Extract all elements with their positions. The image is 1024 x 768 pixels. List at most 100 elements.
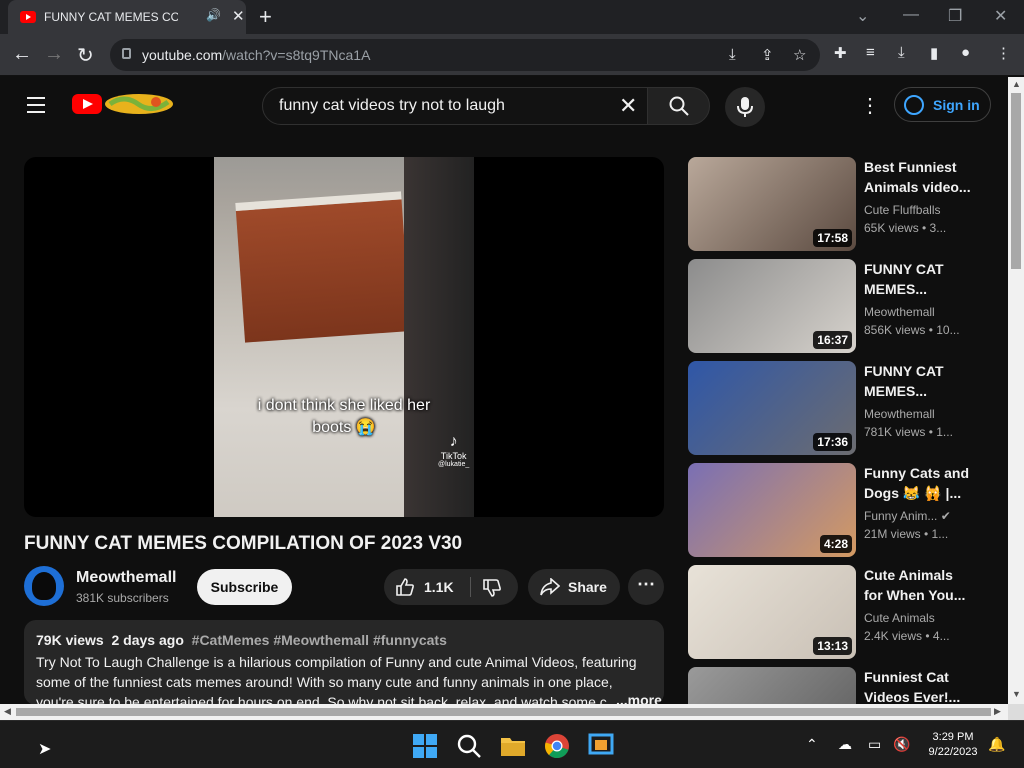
settings-more-icon[interactable]: ⋮ — [860, 93, 880, 118]
clear-search-icon[interactable]: ✕ — [619, 93, 637, 119]
like-count[interactable]: 1.1K — [424, 579, 454, 595]
bookmark-star-icon[interactable]: ☆ — [793, 46, 806, 64]
system-clock[interactable]: 3:29 PM 9/22/2023 — [918, 730, 988, 760]
rec-channel[interactable]: Funny Anim... ✔ — [864, 509, 974, 523]
channel-avatar[interactable] — [24, 566, 64, 606]
search-box[interactable]: funny cat videos try not to laugh ✕ — [262, 87, 648, 125]
share-button[interactable]: Share — [528, 569, 620, 605]
search-button[interactable] — [647, 87, 710, 125]
youtube-logo[interactable] — [72, 94, 102, 114]
scroll-down-arrow-icon[interactable]: ▼ — [1012, 689, 1021, 699]
vertical-scroll-thumb[interactable] — [1011, 93, 1021, 269]
rec-channel[interactable]: Meowthemall — [864, 305, 974, 319]
onedrive-icon[interactable]: ☁ — [838, 736, 852, 753]
chrome-taskbar-icon[interactable] — [544, 733, 570, 759]
hamburger-menu-icon[interactable] — [27, 97, 45, 118]
remote-app-icon[interactable] — [588, 733, 614, 759]
rec-thumbnail[interactable]: 17:36 — [688, 361, 856, 455]
description-meta: 79K views 2 days ago #CatMemes #Meowthem… — [36, 632, 447, 648]
vertical-scrollbar[interactable]: ▲ ▼ — [1008, 77, 1024, 704]
rec-duration: 17:36 — [813, 433, 852, 451]
url-path: /watch?v=s8tq9TNca1A — [222, 47, 371, 63]
minimize-button[interactable]: — — [903, 6, 919, 24]
verified-icon: ✔ — [940, 509, 951, 523]
chrome-menu-icon[interactable]: ⋮ — [996, 44, 1011, 62]
close-window-button[interactable]: ✕ — [994, 6, 1007, 26]
file-explorer-icon[interactable] — [500, 733, 526, 759]
video-title: FUNNY CAT MEMES COMPILATION OF 2023 V30 — [24, 533, 463, 554]
recommendation-item[interactable]: 17:58 Best Funniest Animals video... Cut… — [688, 157, 998, 251]
recommendation-item[interactable]: 16:37 FUNNY CAT MEMES... Meowthemall 856… — [688, 259, 998, 353]
rec-thumbnail[interactable]: 4:28 — [688, 463, 856, 557]
thumbs-up-icon[interactable] — [395, 577, 415, 597]
downloads-icon[interactable]: ⤓ — [898, 44, 905, 61]
forward-button[interactable]: → — [44, 43, 64, 66]
rec-thumbnail[interactable] — [688, 667, 856, 704]
network-icon[interactable]: ▭ — [868, 736, 881, 753]
restore-button[interactable]: ❐ — [948, 6, 962, 26]
rec-thumbnail[interactable]: 16:37 — [688, 259, 856, 353]
rec-channel[interactable]: Cute Animals — [864, 611, 974, 625]
sign-in-button[interactable]: Sign in — [894, 87, 991, 122]
rec-title[interactable]: Cute Animals for When You... — [864, 565, 974, 605]
reload-button[interactable]: ↻ — [77, 43, 94, 68]
rec-thumbnail[interactable]: 13:13 — [688, 565, 856, 659]
tiktok-icon: ♪ — [449, 433, 458, 450]
browser-titlebar: FUNNY CAT MEMES COMPIL 🔊 ✕ + ⌄ — ❐ ✕ — [0, 0, 1024, 34]
horizontal-scrollbar[interactable]: ◀ ▶ — [0, 704, 1024, 720]
close-tab-icon[interactable]: ✕ — [232, 7, 245, 25]
rec-stats: 856K views • 10... — [864, 323, 960, 337]
hashtags[interactable]: #CatMemes #Meowthemall #funnycats — [192, 632, 447, 648]
voice-search-button[interactable] — [725, 87, 765, 127]
recommendation-item[interactable]: 4:28 Funny Cats and Dogs 😹 🙀 |... Funny … — [688, 463, 998, 557]
scroll-right-arrow-icon[interactable]: ▶ — [994, 706, 1001, 717]
subscribe-button[interactable]: Subscribe — [197, 569, 292, 605]
more-actions-button[interactable]: ⋯ — [628, 569, 664, 605]
notifications-bell-icon[interactable]: 🔔 — [988, 736, 1005, 753]
new-tab-button[interactable]: + — [259, 4, 272, 30]
description-box[interactable]: 79K views 2 days ago #CatMemes #Meowthem… — [24, 620, 664, 705]
volume-muted-icon[interactable]: 🔇 — [893, 736, 910, 753]
taskbar-search-icon[interactable] — [456, 733, 482, 759]
horizontal-scroll-thumb[interactable] — [16, 708, 991, 716]
browser-tab[interactable]: FUNNY CAT MEMES COMPIL 🔊 ✕ — [8, 0, 246, 34]
rec-channel[interactable]: Meowthemall — [864, 407, 974, 421]
sign-in-label: Sign in — [933, 97, 980, 113]
scroll-up-arrow-icon[interactable]: ▲ — [1012, 79, 1021, 89]
rec-title[interactable]: Best Funniest Animals video... — [864, 157, 974, 197]
channel-name[interactable]: Meowthemall — [76, 569, 176, 587]
show-hidden-icons-icon[interactable]: ⌃ — [806, 736, 818, 753]
recommendation-item[interactable]: 17:36 FUNNY CAT MEMES... Meowthemall 781… — [688, 361, 998, 455]
profile-icon[interactable]: ● — [961, 44, 970, 61]
extensions-icon[interactable]: ✚ — [834, 44, 847, 62]
search-input[interactable]: funny cat videos try not to laugh — [279, 97, 505, 115]
youtube-doodle-logo[interactable] — [104, 92, 174, 116]
upload-age: 2 days ago — [111, 632, 184, 648]
share-label: Share — [568, 579, 607, 595]
speaker-icon[interactable]: 🔊 — [206, 8, 221, 22]
rec-title[interactable]: FUNNY CAT MEMES... — [864, 361, 974, 401]
video-player[interactable]: i dont think she liked her boots 😭 ♪ Tik… — [24, 157, 664, 517]
thumbs-down-icon[interactable] — [482, 578, 502, 598]
scroll-left-arrow-icon[interactable]: ◀ — [4, 706, 11, 717]
rec-duration: 17:58 — [813, 229, 852, 247]
media-controls-icon[interactable]: ≡ — [866, 44, 875, 61]
url-text: youtube.com/watch?v=s8tq9TNca1A — [142, 47, 370, 63]
recommendation-item[interactable]: Funniest Cat Videos Ever!... — [688, 667, 998, 704]
install-app-icon[interactable]: ⤓ — [729, 46, 736, 63]
share-page-icon[interactable]: ⇪ — [761, 46, 774, 64]
tiktok-label: TikTok — [440, 451, 467, 461]
rec-title[interactable]: FUNNY CAT MEMES... — [864, 259, 974, 299]
rec-title[interactable]: Funny Cats and Dogs 😹 🙀 |... — [864, 463, 974, 503]
recommendation-item[interactable]: 13:13 Cute Animals for When You... Cute … — [688, 565, 998, 659]
tab-search-icon[interactable]: ⌄ — [856, 6, 869, 26]
lock-icon[interactable] — [122, 48, 131, 59]
rec-thumbnail[interactable]: 17:58 — [688, 157, 856, 251]
browser-toolbar: ← → ↻ youtube.com/watch?v=s8tq9TNca1A ⤓ … — [0, 34, 1024, 76]
rec-channel[interactable]: Cute Fluffballs — [864, 203, 974, 217]
side-panel-icon[interactable]: ▮ — [930, 44, 938, 62]
rec-title[interactable]: Funniest Cat Videos Ever!... — [864, 667, 974, 704]
back-button[interactable]: ← — [12, 43, 32, 66]
address-bar[interactable]: youtube.com/watch?v=s8tq9TNca1A ⤓ ⇪ ☆ — [110, 39, 820, 71]
windows-start-icon[interactable] — [412, 733, 438, 759]
